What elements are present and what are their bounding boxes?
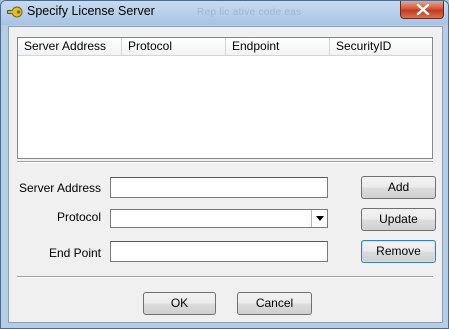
server-address-input[interactable] — [110, 177, 328, 198]
ok-button[interactable]: OK — [143, 292, 216, 315]
close-icon — [416, 4, 430, 15]
list-header: Server Address Protocol Endpoint Securit… — [18, 38, 432, 56]
cancel-button[interactable]: Cancel — [237, 292, 312, 315]
close-button[interactable] — [400, 1, 444, 19]
update-button[interactable]: Update — [361, 208, 436, 231]
key-icon — [6, 5, 24, 19]
dialog-window: Specify License Server Rep lic ative cod… — [0, 0, 449, 329]
column-header-protocol[interactable]: Protocol — [122, 38, 226, 55]
column-header-securityid[interactable]: SecurityID — [330, 38, 434, 55]
end-point-input[interactable] — [110, 241, 328, 262]
dialog-client-area: Server Address Protocol Endpoint Securit… — [8, 26, 443, 323]
server-address-label: Server Address — [18, 181, 101, 195]
add-button[interactable]: Add — [361, 176, 436, 199]
remove-button[interactable]: Remove — [361, 240, 436, 263]
license-server-list[interactable]: Server Address Protocol Endpoint Securit… — [17, 37, 433, 159]
chevron-down-icon — [316, 216, 324, 221]
title-bar[interactable]: Specify License Server Rep lic ative cod… — [1, 1, 448, 23]
separator — [17, 277, 433, 278]
end-point-label: End Point — [48, 246, 101, 260]
column-header-server-address[interactable]: Server Address — [18, 38, 122, 55]
list-body[interactable] — [18, 56, 432, 158]
protocol-label: Protocol — [56, 210, 101, 224]
protocol-select[interactable] — [110, 209, 328, 228]
background-title-ghost: Rep lic ative code eas — [197, 7, 302, 18]
window-title: Specify License Server — [27, 4, 155, 18]
dropdown-button[interactable] — [311, 210, 327, 227]
divider — [17, 162, 433, 163]
column-header-endpoint[interactable]: Endpoint — [226, 38, 330, 55]
